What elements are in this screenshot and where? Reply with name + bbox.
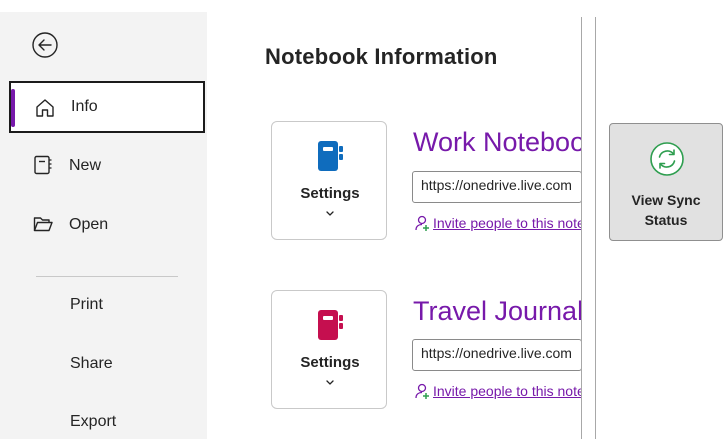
notebook-settings-button[interactable]: Settings <box>271 121 387 240</box>
notebook-name: Work Notebook <box>413 127 581 157</box>
notebook-icon <box>318 310 343 340</box>
notebook-url-field[interactable]: https://onedrive.live.com <box>412 171 582 203</box>
selection-indicator <box>11 89 15 127</box>
invite-people-link[interactable]: Invite people to this notebook <box>414 382 582 400</box>
settings-label: Settings <box>300 185 360 202</box>
sidebar-divider <box>36 276 178 277</box>
sidebar-item-label: Info <box>71 98 98 115</box>
settings-label: Settings <box>300 354 360 371</box>
notebook-settings-button[interactable]: Settings <box>271 290 387 409</box>
sync-label-line2: Status <box>644 212 688 228</box>
notebook-url-field[interactable]: https://onedrive.live.com <box>412 339 582 371</box>
sidebar-item-label: Open <box>69 216 109 233</box>
new-page-icon <box>34 155 52 175</box>
folder-open-icon <box>33 217 53 232</box>
sync-icon <box>650 142 684 176</box>
person-add-icon <box>415 215 429 231</box>
sync-label: View Sync Status <box>610 190 722 230</box>
chevron-down-icon <box>326 211 334 216</box>
notebook-icon <box>318 141 343 171</box>
invite-people-link[interactable]: Invite people to this notebook <box>414 214 582 232</box>
backstage-sidebar: Info New Open Print Share Export <box>0 12 207 439</box>
chevron-down-icon <box>326 380 334 385</box>
sidebar-item-export[interactable]: Export <box>70 413 116 431</box>
pane-divider <box>595 17 596 439</box>
back-arrow-icon <box>32 32 58 58</box>
person-add-icon <box>415 383 429 399</box>
sync-label-line1: View Sync <box>631 192 701 208</box>
sidebar-item-info[interactable]: Info <box>9 81 205 133</box>
sidebar-item-share[interactable]: Share <box>70 355 113 373</box>
sidebar-item-label: New <box>69 157 102 174</box>
sidebar-item-new[interactable]: New <box>9 140 205 192</box>
view-sync-status-button[interactable]: View Sync Status <box>609 123 723 241</box>
title-strip <box>0 0 726 12</box>
invite-label: Invite people to this notebook <box>433 215 582 231</box>
sidebar-item-print[interactable]: Print <box>70 296 103 314</box>
pane-divider <box>581 17 582 439</box>
invite-label: Invite people to this notebook <box>433 383 582 399</box>
page-title: Notebook Information <box>265 44 498 69</box>
notebook-name: Travel Journal <box>413 296 581 326</box>
back-button[interactable] <box>30 30 60 60</box>
home-icon <box>36 99 54 117</box>
sidebar-item-open[interactable]: Open <box>9 199 205 251</box>
info-panel: Notebook Information Settings Work Noteb… <box>207 12 726 439</box>
